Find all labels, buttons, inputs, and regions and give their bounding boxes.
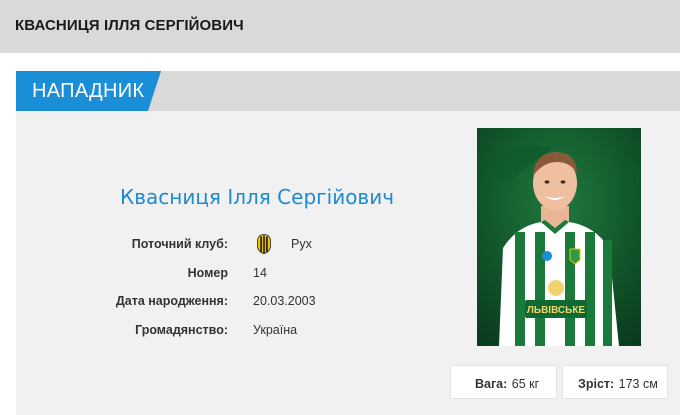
page-header: КВАСНИЦЯ ІЛЛЯ СЕРГІЙОВИЧ xyxy=(0,0,680,53)
position-label: НАПАДНИК xyxy=(32,80,145,102)
info-row-citizenship: Громадянство: Україна xyxy=(16,323,436,341)
weight-label: Вага: xyxy=(475,377,508,391)
club-name-link[interactable]: Рух xyxy=(291,237,312,251)
info-row-club: Поточний клуб: Рух xyxy=(16,234,436,255)
club-label: Поточний клуб: xyxy=(131,237,228,251)
citizenship-value: Україна xyxy=(253,323,298,337)
citizenship-label: Громадянство: xyxy=(135,323,228,337)
info-row-birthdate: Дата народження: 20.03.2003 xyxy=(16,294,436,312)
player-name: Квасниця Ілля Сергійович xyxy=(120,185,395,209)
birthdate-label: Дата народження: xyxy=(115,294,228,308)
player-photo-image: ЛЬВІВСЬКЕ xyxy=(477,128,641,346)
page-title: КВАСНИЦЯ ІЛЛЯ СЕРГІЙОВИЧ xyxy=(15,17,244,34)
player-photo: ЛЬВІВСЬКЕ xyxy=(477,128,641,346)
number-label: Номер xyxy=(187,266,228,280)
sponsor-text: ЛЬВІВСЬКЕ xyxy=(527,305,586,316)
birthdate-value: 20.03.2003 xyxy=(253,294,316,308)
card-header: НАПАДНИК xyxy=(16,71,680,111)
info-row-number: Номер 14 xyxy=(16,266,436,284)
club-logo-icon[interactable] xyxy=(257,234,271,254)
height-label: Зріст: xyxy=(578,377,615,391)
weight-value: 65 кг xyxy=(511,377,540,391)
spacer xyxy=(0,53,680,71)
number-value: 14 xyxy=(253,266,267,280)
player-card: НАПАДНИК Квасниця Ілля Сергійович Поточн… xyxy=(16,71,680,415)
weight-box: Вага: 65 кг xyxy=(450,365,557,399)
height-box: Зріст: 173 см xyxy=(562,365,668,399)
height-value: 173 см xyxy=(618,377,658,391)
